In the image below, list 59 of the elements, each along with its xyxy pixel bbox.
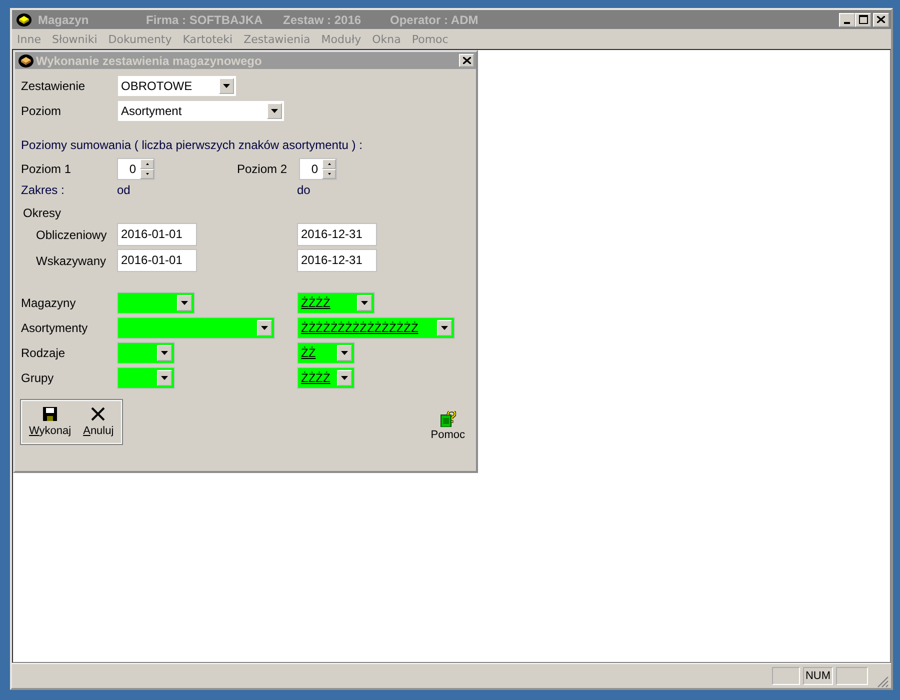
minimize-button[interactable] bbox=[839, 12, 855, 26]
run-button[interactable]: Wykonaj bbox=[25, 405, 76, 439]
field-label: Magazyny bbox=[21, 296, 77, 310]
box-icon bbox=[18, 54, 34, 68]
down-arrow-icon bbox=[146, 173, 148, 175]
operator-label: Operator : ADM bbox=[390, 12, 478, 26]
dropdown[interactable]: ŻŻŻŻŻŻŻŻŻŻŻŻŻŻŻŻ bbox=[297, 317, 455, 339]
range-label: Zakres : bbox=[21, 183, 66, 197]
number-spinner[interactable]: 0 bbox=[117, 158, 155, 180]
field-label: Obliczeniowy bbox=[35, 228, 108, 242]
status-panel bbox=[772, 667, 800, 685]
date-field[interactable]: 2016-12-31 bbox=[297, 223, 377, 246]
spin-down-button[interactable] bbox=[322, 169, 336, 179]
window-title: Magazyn bbox=[38, 12, 90, 26]
field-label: Poziom 1 bbox=[21, 162, 72, 176]
field-label: Rodzaje bbox=[21, 346, 66, 360]
date-field[interactable]: 2016-12-31 bbox=[297, 249, 377, 272]
spin-down-button[interactable] bbox=[140, 169, 154, 179]
dropdown[interactable]: OBROTOWE bbox=[117, 75, 237, 97]
dropdown[interactable]: ŻŻŻŻ bbox=[297, 367, 355, 389]
number-spinner[interactable]: 0 bbox=[299, 158, 337, 180]
dialog-title: Wykonanie zestawienia magazynowego bbox=[36, 54, 262, 68]
close-button[interactable] bbox=[459, 54, 474, 67]
box-icon bbox=[16, 12, 32, 26]
section-heading: Poziomy sumowania ( liczba pierwszych znaków asortymentu ) : bbox=[21, 138, 364, 152]
close-button[interactable] bbox=[873, 12, 889, 26]
dropdown[interactable]: ŻŻ bbox=[297, 342, 355, 364]
field-label: Grupy bbox=[21, 371, 55, 385]
down-arrow-icon bbox=[328, 173, 330, 175]
spin-up-button[interactable] bbox=[140, 159, 154, 169]
maximize-button[interactable] bbox=[855, 12, 871, 26]
dropdown[interactable]: Asortyment bbox=[117, 100, 285, 122]
up-arrow-icon bbox=[328, 163, 330, 165]
maximize-icon bbox=[858, 14, 868, 24]
minimize-icon bbox=[844, 22, 850, 24]
up-arrow-icon bbox=[146, 163, 148, 165]
help-document-icon bbox=[440, 411, 456, 427]
date-field[interactable]: 2016-01-01 bbox=[117, 223, 197, 246]
cancel-button[interactable]: Anuluj bbox=[79, 405, 118, 439]
spin-up-button[interactable] bbox=[322, 159, 336, 169]
company-label: Firma : SOFTBAJKA bbox=[146, 12, 264, 26]
date-field[interactable]: 2016-01-01 bbox=[117, 249, 197, 272]
field-label: Zestawienie bbox=[21, 79, 86, 93]
field-label: Poziom 2 bbox=[237, 162, 288, 176]
resize-grip-icon[interactable] bbox=[877, 676, 889, 688]
close-icon bbox=[462, 57, 470, 64]
dropdown[interactable]: ŻŻŻŻ bbox=[297, 292, 375, 314]
field-label: Wskazywany bbox=[35, 254, 108, 268]
field-label: Asortymenty bbox=[21, 321, 89, 335]
close-icon bbox=[91, 407, 106, 421]
num-lock-indicator: NUM bbox=[803, 667, 833, 685]
set-label: Zestaw : 2016 bbox=[283, 12, 362, 26]
from-label: od bbox=[117, 183, 132, 197]
help-button[interactable]: Pomoc bbox=[430, 411, 465, 441]
status-panel bbox=[836, 667, 868, 685]
close-icon bbox=[877, 16, 885, 23]
to-label: do bbox=[297, 183, 310, 197]
group-label: Okresy bbox=[23, 206, 62, 220]
field-label: Poziom bbox=[21, 104, 62, 118]
